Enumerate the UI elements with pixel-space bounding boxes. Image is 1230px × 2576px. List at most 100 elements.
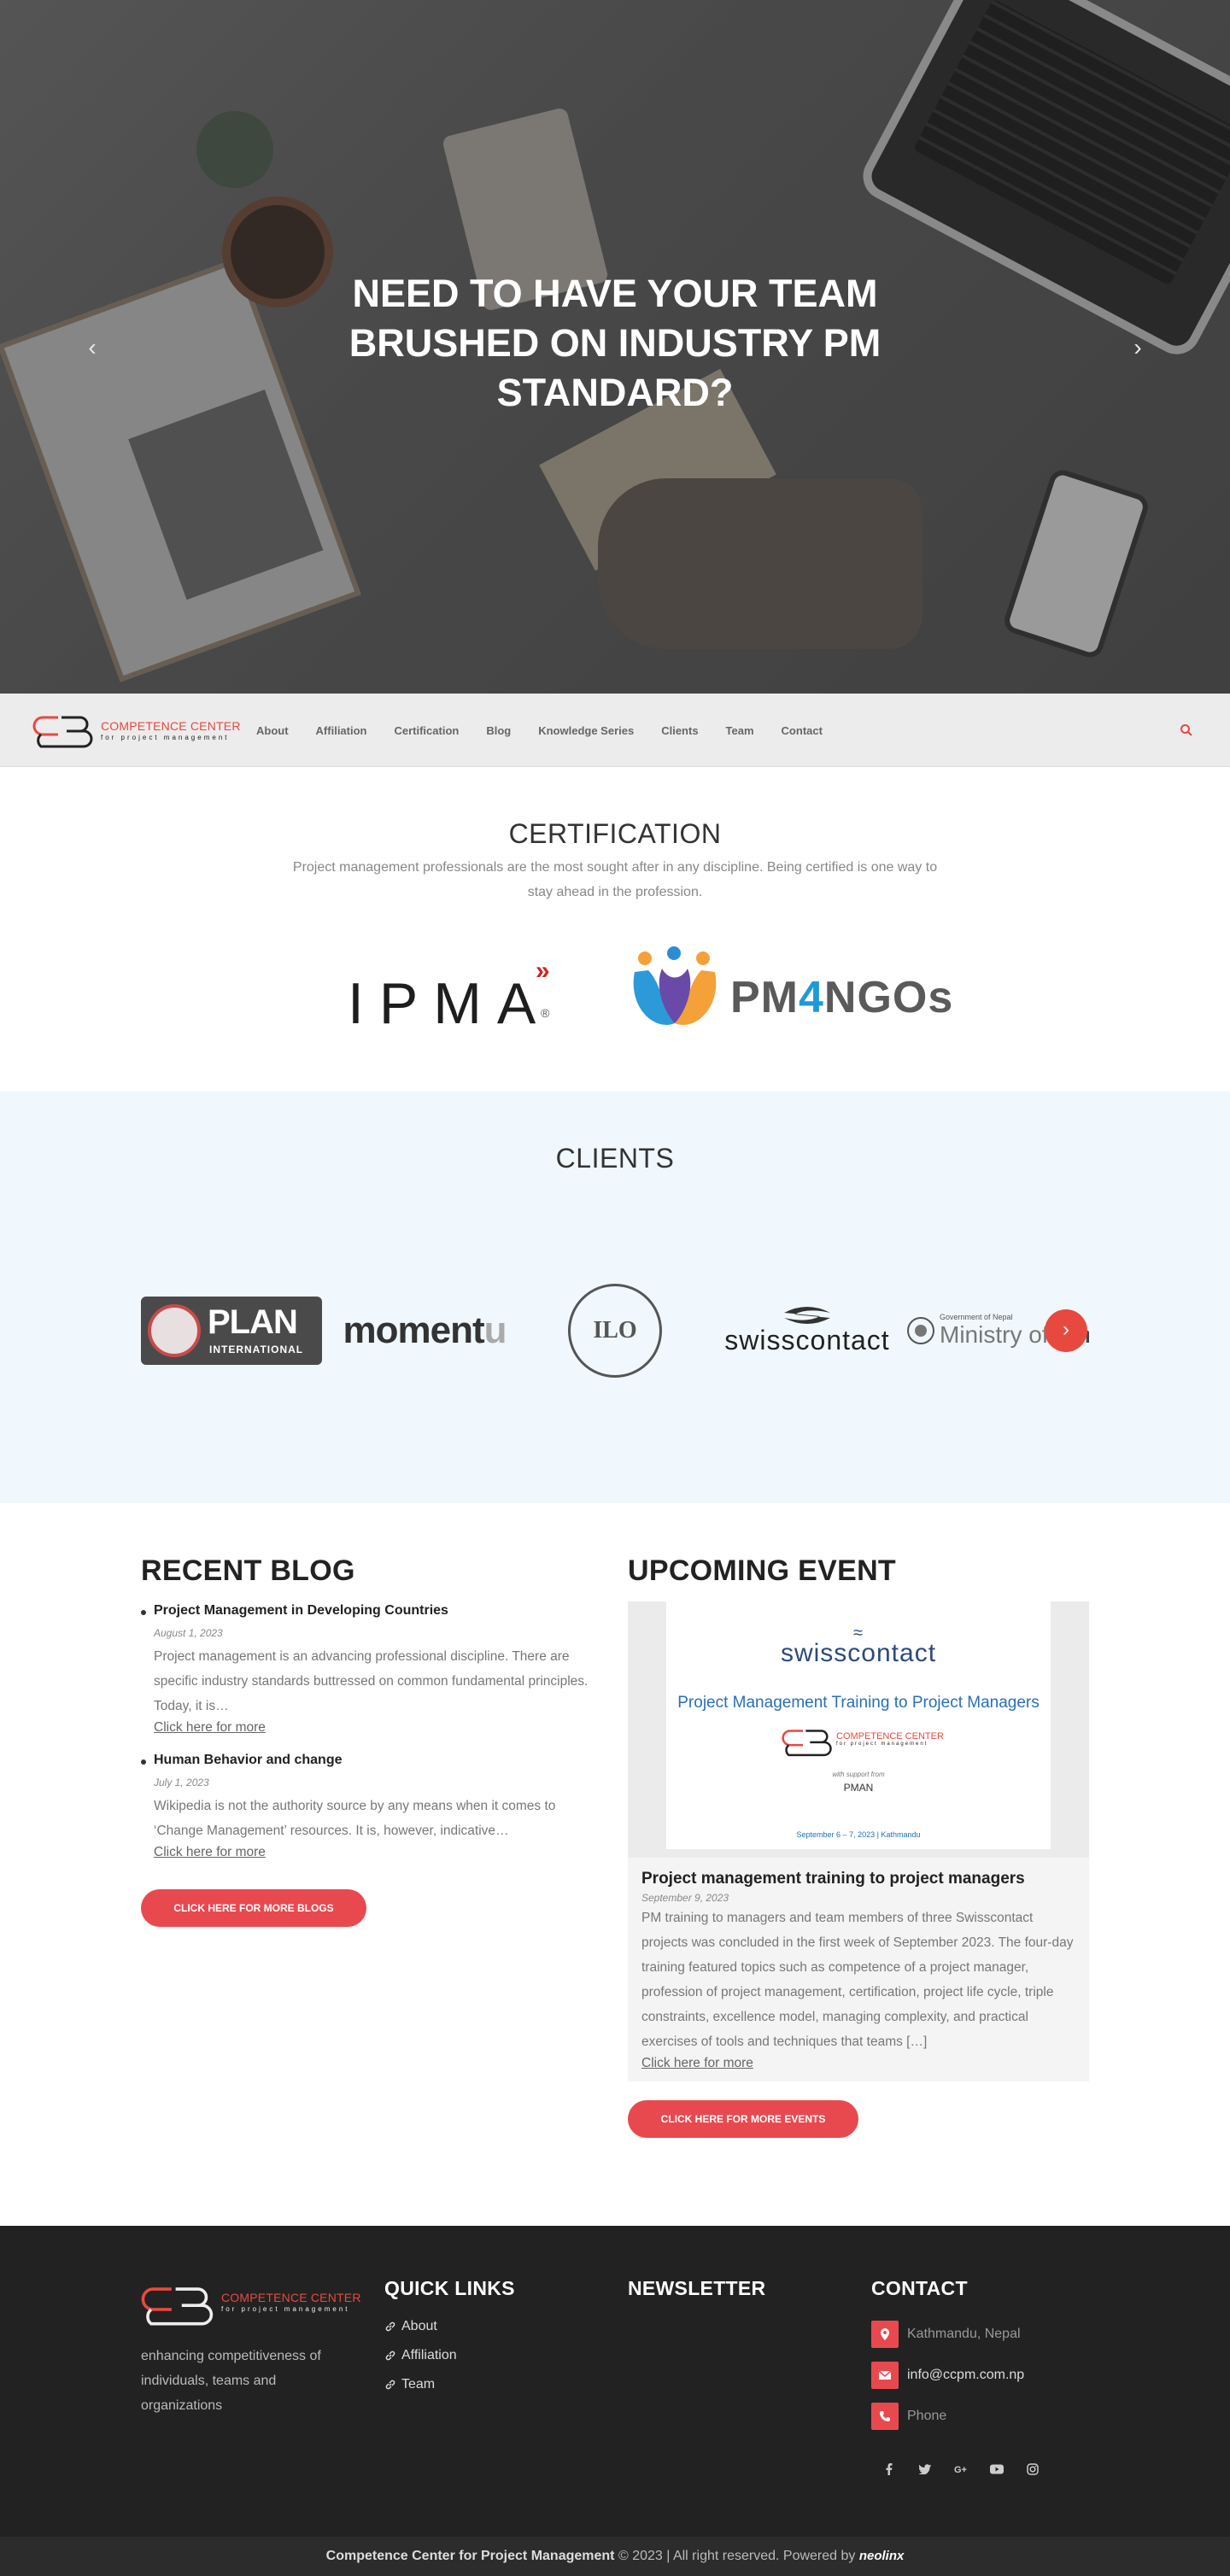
- map-marker-icon: [881, 2328, 889, 2340]
- footer-contact: CONTACT Kathmandu, Nepal info@ccpm.com.n…: [871, 2277, 1093, 2478]
- clients-next-button[interactable]: ›: [1045, 1309, 1087, 1352]
- copyright-bar: Competence Center for Project Management…: [0, 2537, 1230, 2576]
- momentum-wordmark: moment: [343, 1309, 484, 1351]
- nav-item-knowledge-series[interactable]: Knowledge Series: [538, 724, 634, 737]
- event-card-title[interactable]: Project management training to project m…: [641, 1870, 1075, 1888]
- client-logo-plan[interactable]: PLAN INTERNATIONAL: [141, 1275, 322, 1386]
- instagram-icon[interactable]: [1015, 2461, 1051, 2478]
- hero-slider: NEED TO HAVE YOUR TEAM BRUSHED ON INDUST…: [0, 0, 1230, 694]
- footer-newsletter: NEWSLETTER: [628, 2277, 841, 2300]
- logo-subtitle: for project management: [101, 734, 230, 741]
- client-logo-ilo[interactable]: ILO: [559, 1275, 671, 1386]
- contact-email[interactable]: info@ccpm.com.np: [871, 2362, 1093, 2389]
- nav-item-affiliation[interactable]: Affiliation: [316, 724, 367, 737]
- poster-logo: COMPETENCE CENTER for project management: [782, 1724, 944, 1759]
- plan-wordmark: PLAN: [208, 1303, 298, 1341]
- pm4ngos-wordmark-4: 4: [799, 973, 824, 1022]
- footer-logo-title: COMPETENCE CENTER: [221, 2291, 361, 2304]
- poster-support: with support from: [832, 1771, 885, 1778]
- poster-logo-mark-icon: [782, 1730, 832, 1757]
- facebook-icon[interactable]: [871, 2461, 907, 2478]
- pm4ngos-figures-icon: [633, 946, 717, 1025]
- event-card-excerpt: PM training to managers and team members…: [641, 1911, 1074, 2049]
- upcoming-event: UPCOMING EVENT ≈ swisscontact Project Man…: [628, 1554, 1089, 2138]
- copyright-org: Competence Center for Project Management: [325, 2549, 615, 2563]
- ilo-text: ILO: [593, 1317, 637, 1344]
- contact-phone[interactable]: Phone: [871, 2403, 1093, 2430]
- event-card[interactable]: ≈ swisscontact Project Management Trainin…: [628, 1601, 1089, 2081]
- link-icon: [385, 2321, 395, 2332]
- ipma-registered-mark: ®: [541, 1006, 550, 1020]
- swisscontact-wordmark: swisscontact: [724, 1324, 890, 1355]
- footer-link-team[interactable]: Team: [384, 2377, 598, 2392]
- blog-event-section: RECENT BLOG Project Management in Develo…: [0, 1503, 1230, 2226]
- blog-post-title[interactable]: Human Behavior and change: [154, 1753, 602, 1768]
- clients-section: CLIENTS PLAN INTERNATIONAL moment u ILO s…: [0, 1092, 1230, 1503]
- hero-headline: NEED TO HAVE YOUR TEAM BRUSHED ON INDUST…: [348, 272, 882, 414]
- twitter-icon[interactable]: [907, 2461, 943, 2478]
- mof-wordmark: Ministry of: [940, 1321, 1056, 1348]
- recent-blog-title: RECENT BLOG: [141, 1554, 355, 1587]
- nav-item-blog[interactable]: Blog: [486, 724, 511, 737]
- contact-email-text: info@ccpm.com.np: [907, 2368, 1025, 2382]
- footer-link-affiliation[interactable]: Affiliation: [384, 2348, 598, 2363]
- event-card-date: September 9, 2023: [641, 1892, 729, 1904]
- poster-headline: Project Management Training to Project M…: [677, 1694, 1040, 1712]
- blog-post-excerpt: Project management is an advancing profe…: [154, 1649, 589, 1713]
- event-poster: ≈ swisscontact Project Management Trainin…: [666, 1601, 1051, 1849]
- copyright-symbol: ©: [618, 2549, 629, 2563]
- footer-logo-mark-icon: [141, 2287, 214, 2326]
- contact-title: CONTACT: [871, 2277, 968, 2299]
- swisscontact-mark-icon: ≈: [853, 1624, 864, 1642]
- blog-post-title[interactable]: Project Management in Developing Countri…: [154, 1603, 602, 1619]
- site-logo[interactable]: COMPETENCE CENTER for project management: [32, 711, 240, 750]
- blog-post-read-more-link[interactable]: Click here for more: [154, 1845, 266, 1860]
- nav-item-contact[interactable]: Contact: [782, 724, 823, 737]
- momentum-wordmark-faded: u: [483, 1309, 507, 1351]
- footer-link-label: Affiliation: [401, 2348, 457, 2362]
- newsletter-title: NEWSLETTER: [628, 2277, 766, 2299]
- svg-text:G+: G+: [954, 2465, 967, 2474]
- google-plus-icon[interactable]: G+: [943, 2461, 979, 2478]
- ilo-seal-icon: ILO: [568, 1284, 662, 1378]
- plan-subtitle: INTERNATIONAL: [209, 1344, 304, 1355]
- poster-logo-title: COMPETENCE CENTER: [836, 1731, 944, 1742]
- ipma-chevron-icon: »: [536, 957, 549, 985]
- certification-description: Project management professionals are the…: [292, 860, 938, 899]
- more-blogs-button[interactable]: CLICK HERE FOR MORE BLOGS: [141, 1889, 366, 1927]
- more-events-button[interactable]: CLICK HERE FOR MORE EVENTS: [628, 2100, 858, 2138]
- nav-menu: About Affiliation Certification Blog Kno…: [256, 694, 850, 767]
- logo-mark-icon: [32, 716, 93, 748]
- contact-location: Kathmandu, Nepal: [871, 2321, 1093, 2348]
- client-logo-swisscontact[interactable]: swisscontact: [709, 1275, 905, 1386]
- client-logo-momentum[interactable]: moment u: [331, 1275, 518, 1386]
- powered-by-link[interactable]: neolinx: [859, 2549, 905, 2563]
- footer-link-label: Team: [401, 2377, 436, 2392]
- nav-item-about[interactable]: About: [256, 724, 289, 737]
- ipma-wordmark: IPMA: [348, 971, 552, 1036]
- main-navbar: COMPETENCE CENTER for project management…: [0, 694, 1230, 767]
- blog-post: Project Management in Developing Countri…: [141, 1603, 602, 1736]
- slider-prev-icon[interactable]: ‹: [79, 335, 105, 360]
- footer-link-about[interactable]: About: [384, 2319, 598, 2334]
- footer-logo[interactable]: COMPETENCE CENTER for project management: [141, 2277, 363, 2332]
- contact-location-text: Kathmandu, Nepal: [907, 2327, 1021, 2341]
- nav-item-clients[interactable]: Clients: [661, 724, 698, 737]
- swisscontact-mark-icon: [784, 1306, 830, 1324]
- footer-logo-subtitle: for project management: [221, 2305, 350, 2313]
- slider-next-icon[interactable]: ›: [1125, 335, 1151, 360]
- search-icon[interactable]: [1179, 723, 1194, 738]
- nav-item-certification[interactable]: Certification: [394, 724, 459, 737]
- pm4ngos-logo[interactable]: PM4NGOs: [628, 946, 952, 1040]
- footer-quick-links: QUICK LINKS About Affiliation Team: [384, 2277, 598, 2392]
- poster-pman: PMAN: [843, 1782, 874, 1794]
- blog-post-read-more-link[interactable]: Click here for more: [154, 1720, 266, 1736]
- event-read-more-link[interactable]: Click here for more: [641, 2056, 753, 2071]
- footer-tagline: enhancing competitiveness of individuals…: [141, 2349, 321, 2413]
- nav-item-team[interactable]: Team: [726, 724, 754, 737]
- link-icon: [385, 2351, 395, 2361]
- youtube-icon[interactable]: [979, 2461, 1015, 2478]
- nepal-emblem-icon: [907, 1317, 934, 1344]
- poster-org: swisscontact: [780, 1639, 937, 1667]
- certification-section: CERTIFICATION Project management profess…: [0, 767, 1230, 1092]
